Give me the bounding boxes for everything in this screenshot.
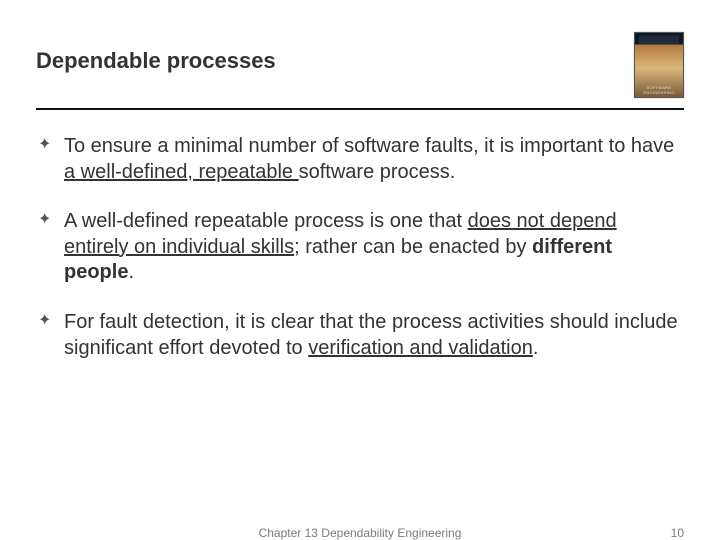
- slide-title: Dependable processes: [36, 48, 276, 74]
- bullet-item: A well-defined repeatable process is one…: [36, 209, 684, 286]
- book-cover-thumbnail: SOFTWARE ENGINEERING: [634, 32, 684, 98]
- bullet-text: software process.: [299, 161, 456, 183]
- header-divider: [36, 108, 684, 110]
- footer-chapter: Chapter 13 Dependability Engineering: [259, 526, 462, 540]
- bullet-text: .: [533, 337, 539, 359]
- bullet-text: ; rather can be enacted by: [294, 236, 532, 258]
- bullet-underline: a well-defined, repeatable: [64, 161, 299, 183]
- book-cover-label: SOFTWARE ENGINEERING: [635, 85, 683, 95]
- bullet-underline: verification and validation: [308, 337, 533, 359]
- bullet-text: To ensure a minimal number of software f…: [64, 135, 674, 157]
- bullet-text: .: [128, 261, 134, 283]
- footer-page-number: 10: [671, 526, 684, 540]
- bullet-item: To ensure a minimal number of software f…: [36, 134, 684, 185]
- bullet-text: A well-defined repeatable process is one…: [64, 210, 468, 232]
- bullet-item: For fault detection, it is clear that th…: [36, 310, 684, 361]
- bullet-list: To ensure a minimal number of software f…: [36, 134, 684, 361]
- header-row: Dependable processes SOFTWARE ENGINEERIN…: [36, 32, 684, 98]
- slide: Dependable processes SOFTWARE ENGINEERIN…: [0, 0, 720, 540]
